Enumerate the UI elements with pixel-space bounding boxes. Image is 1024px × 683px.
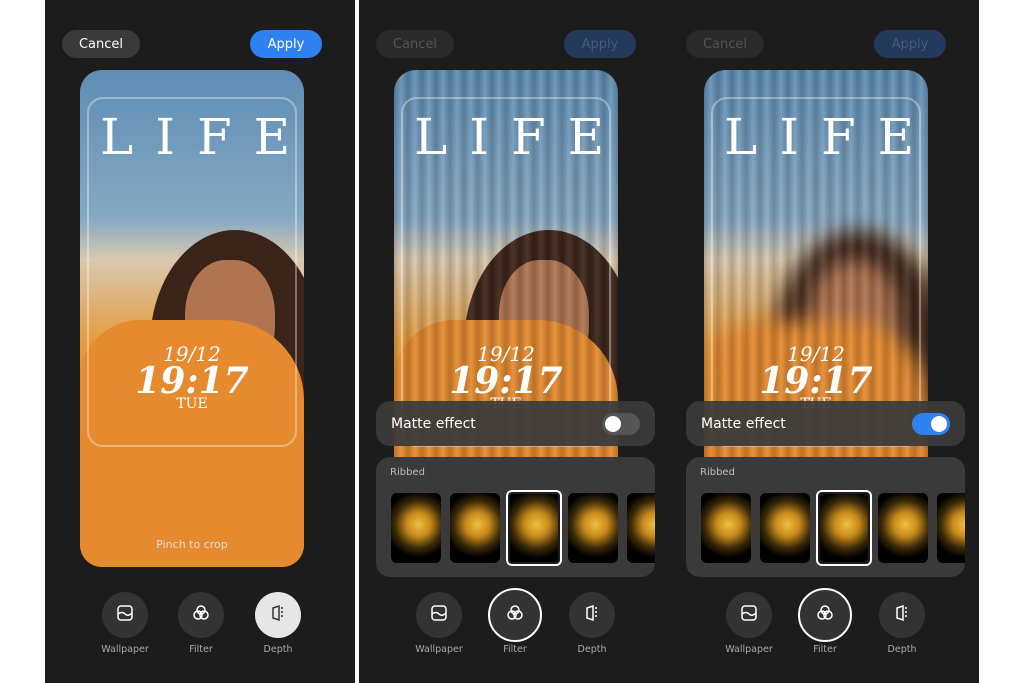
filter-card: Ribbed bbox=[376, 457, 655, 577]
matte-effect-label: Matte effect bbox=[701, 415, 786, 432]
tool-depth-label: Depth bbox=[263, 644, 293, 655]
matte-effect-row: Matte effect bbox=[686, 401, 965, 446]
tool-filter-label: Filter bbox=[503, 644, 527, 655]
matte-effect-toggle[interactable] bbox=[602, 412, 640, 435]
filter-thumbnail[interactable] bbox=[450, 493, 500, 563]
editor-panel-3: Cancel Apply LIFE 19/12 19:17 TUE Matte … bbox=[669, 0, 979, 683]
filter-thumbnail[interactable] bbox=[391, 493, 441, 563]
filter-thumbnail[interactable] bbox=[568, 493, 618, 563]
filter-icon bbox=[505, 603, 525, 627]
tool-filter-button[interactable] bbox=[178, 592, 224, 638]
pinch-hint: Pinch to crop bbox=[156, 538, 228, 551]
lockscreen-title: LIFE bbox=[724, 108, 928, 166]
apply-button[interactable]: Apply bbox=[250, 30, 322, 58]
filter-icon bbox=[815, 603, 835, 627]
wallpaper-icon bbox=[430, 604, 448, 626]
filter-thumbnail[interactable] bbox=[627, 493, 655, 563]
filter-thumbnail[interactable] bbox=[760, 493, 810, 563]
tool-depth-label: Depth bbox=[887, 644, 917, 655]
apply-button[interactable]: Apply bbox=[564, 30, 636, 58]
tool-depth-label: Depth bbox=[577, 644, 607, 655]
matte-effect-toggle[interactable] bbox=[912, 412, 950, 435]
editor-panel-1: Cancel Apply LIFE 19/12 19:17 TUE Pinch … bbox=[45, 0, 355, 683]
filter-thumbnail[interactable] bbox=[937, 493, 965, 563]
tool-depth-button[interactable] bbox=[255, 592, 301, 638]
matte-effect-label: Matte effect bbox=[391, 415, 476, 432]
filter-section-label: Ribbed bbox=[700, 467, 735, 478]
filter-card: Ribbed bbox=[686, 457, 965, 577]
tool-wallpaper-label: Wallpaper bbox=[725, 644, 773, 655]
filter-section-label: Ribbed bbox=[390, 467, 425, 478]
tool-wallpaper-button[interactable] bbox=[726, 592, 772, 638]
wallpaper-icon bbox=[116, 604, 134, 626]
filter-thumbnail[interactable] bbox=[506, 490, 562, 566]
filter-thumbnail[interactable] bbox=[816, 490, 872, 566]
depth-icon bbox=[583, 604, 601, 626]
tool-filter-label: Filter bbox=[189, 644, 213, 655]
wallpaper-preview[interactable]: LIFE 19/12 19:17 TUE Pinch to crop bbox=[80, 70, 304, 567]
lockscreen-day: TUE bbox=[176, 396, 208, 412]
filter-thumbnail[interactable] bbox=[878, 493, 928, 563]
tool-wallpaper-label: Wallpaper bbox=[415, 644, 463, 655]
editor-panel-2: Cancel Apply LIFE 19/12 19:17 TUE Matte … bbox=[359, 0, 669, 683]
cancel-button[interactable]: Cancel bbox=[62, 30, 140, 58]
cancel-button[interactable]: Cancel bbox=[686, 30, 764, 58]
cancel-button[interactable]: Cancel bbox=[376, 30, 454, 58]
tool-wallpaper-label: Wallpaper bbox=[101, 644, 149, 655]
tool-wallpaper-button[interactable] bbox=[102, 592, 148, 638]
lockscreen-title: LIFE bbox=[414, 108, 618, 166]
tool-wallpaper-button[interactable] bbox=[416, 592, 462, 638]
filter-icon bbox=[191, 603, 211, 627]
depth-icon bbox=[893, 604, 911, 626]
tool-depth-button[interactable] bbox=[569, 592, 615, 638]
wallpaper-icon bbox=[740, 604, 758, 626]
tool-depth-button[interactable] bbox=[879, 592, 925, 638]
filter-thumbnail[interactable] bbox=[701, 493, 751, 563]
tool-filter-label: Filter bbox=[813, 644, 837, 655]
depth-icon bbox=[269, 604, 287, 626]
lockscreen-title: LIFE bbox=[100, 108, 304, 166]
tool-filter-button[interactable] bbox=[488, 588, 542, 642]
apply-button[interactable]: Apply bbox=[874, 30, 946, 58]
matte-effect-row: Matte effect bbox=[376, 401, 655, 446]
tool-filter-button[interactable] bbox=[798, 588, 852, 642]
